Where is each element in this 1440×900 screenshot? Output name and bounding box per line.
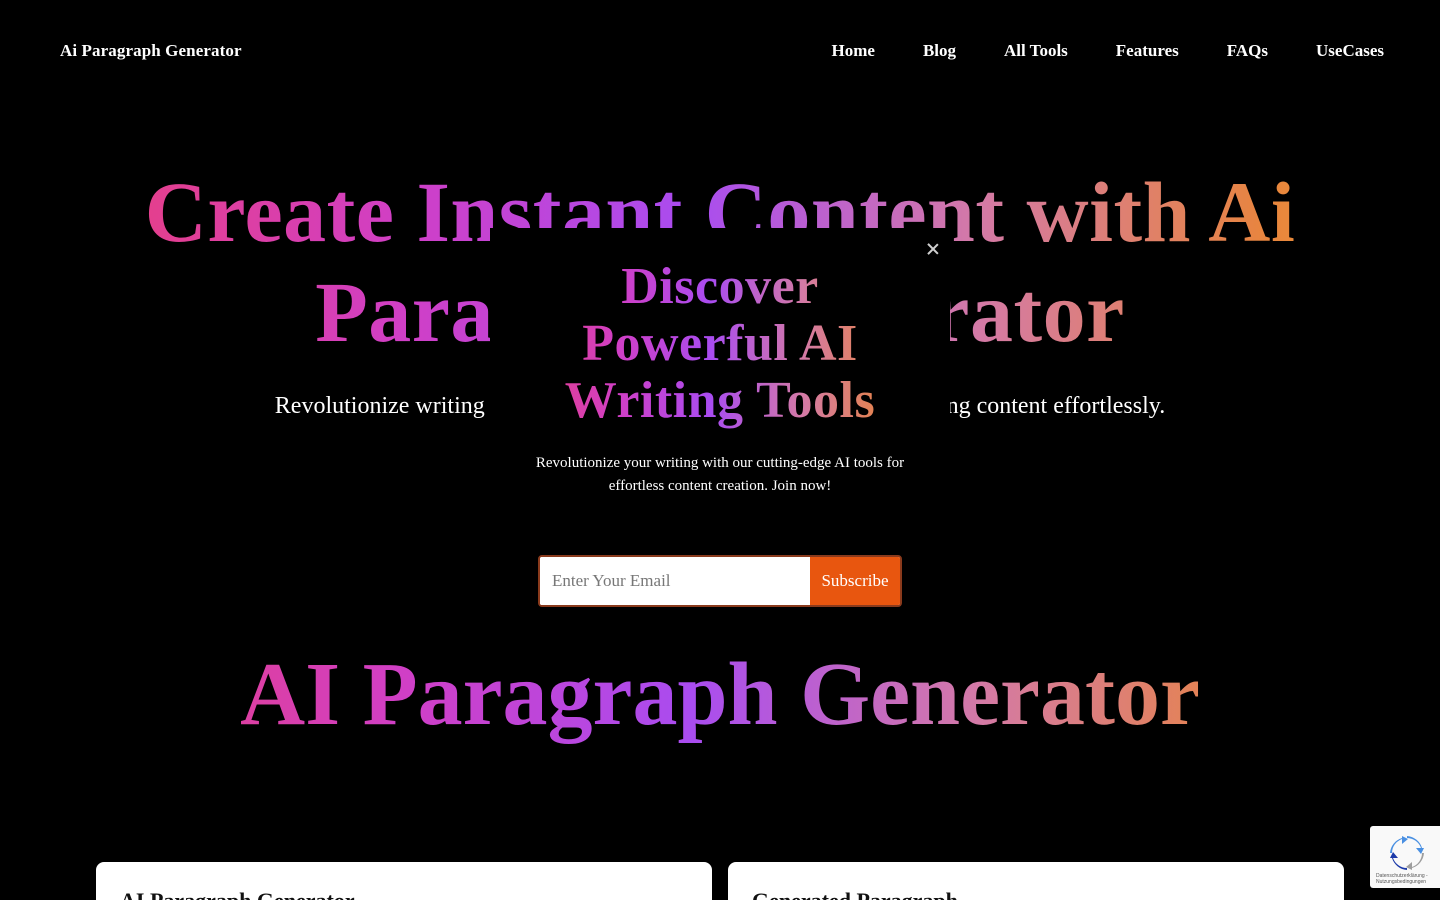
generator-card: AI Paragraph Generator [96, 862, 712, 900]
nav-blog[interactable]: Blog [923, 41, 956, 61]
nav-all-tools[interactable]: All Tools [1004, 41, 1068, 61]
section-title: AI Paragraph Generator [0, 640, 1440, 750]
recaptcha-links[interactable]: Datenschutzerklärung - Nutzungsbedingung… [1376, 873, 1438, 885]
nav-home[interactable]: Home [832, 41, 875, 61]
modal-description: Revolutionize your writing with our cutt… [535, 455, 905, 494]
modal-title-line-2: Powerful AI [582, 315, 858, 372]
modal-title: Discover Powerful AI Writing Tools [490, 258, 950, 429]
main-nav: Home Blog All Tools Features FAQs UseCas… [784, 41, 1385, 61]
recaptcha-badge[interactable]: Datenschutzerklärung - Nutzungsbedingung… [1370, 826, 1440, 888]
modal-title-line-3: Writing Tools [564, 372, 876, 429]
recaptcha-icon [1390, 836, 1424, 870]
email-input[interactable] [540, 557, 810, 605]
nav-features[interactable]: Features [1116, 41, 1179, 61]
output-card-title: Generated Paragraph [752, 888, 958, 900]
page: Ai Paragraph Generator Home Blog All Too… [0, 0, 1440, 900]
subscribe-form: Subscribe [538, 555, 902, 607]
site-logo[interactable]: Ai Paragraph Generator [60, 41, 242, 61]
close-icon[interactable] [926, 242, 940, 256]
newsletter-modal: Discover Powerful AI Writing Tools Revol… [490, 228, 950, 608]
subscribe-button[interactable]: Subscribe [810, 557, 900, 605]
nav-usecases[interactable]: UseCases [1316, 41, 1384, 61]
modal-title-line-1: Discover [621, 258, 819, 315]
nav-faqs[interactable]: FAQs [1227, 41, 1268, 61]
output-card: Generated Paragraph [728, 862, 1344, 900]
generator-card-title: AI Paragraph Generator [120, 888, 355, 900]
